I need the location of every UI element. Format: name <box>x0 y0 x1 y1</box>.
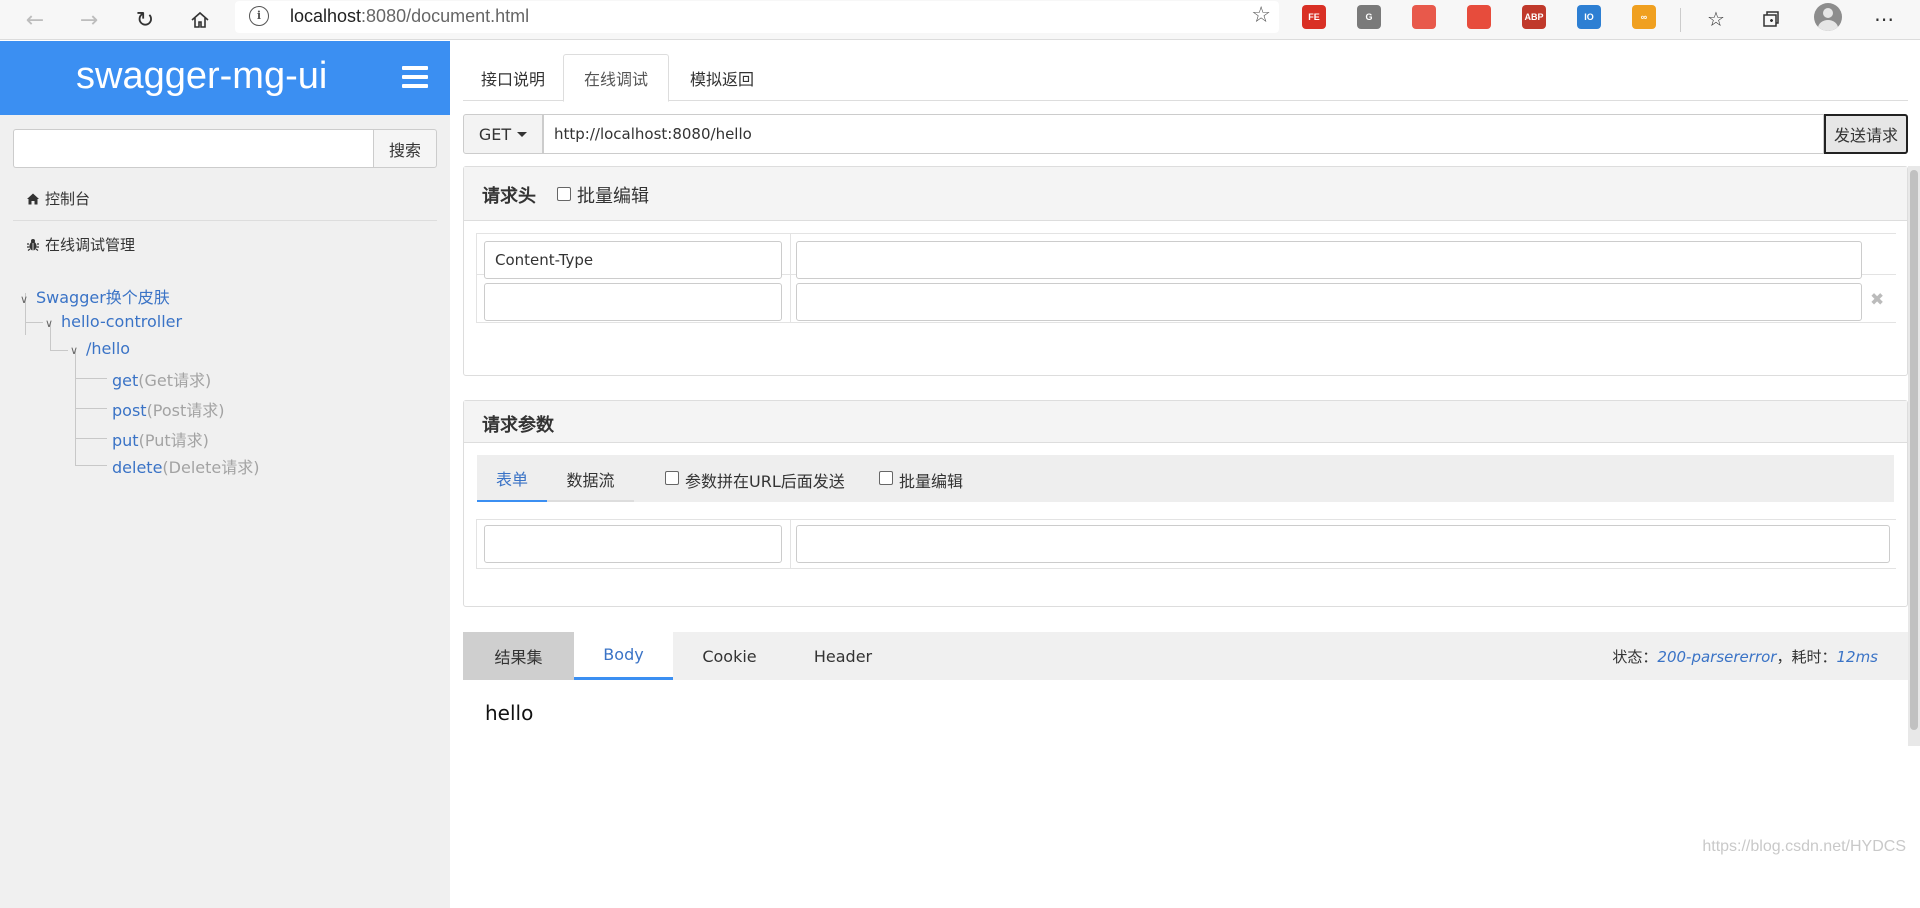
send-request-button[interactable]: 发送请求 <box>1824 114 1908 154</box>
address-bar[interactable]: i localhost:8080/document.html ☆ <box>235 1 1279 33</box>
params-batch-edit-checkbox[interactable] <box>879 471 893 485</box>
brand-header: swagger-mg-ui <box>0 41 450 115</box>
favorite-star-icon[interactable]: ☆ <box>1251 3 1271 28</box>
tree-node-delete[interactable]: delete(Delete请求) <box>112 454 259 478</box>
header-key-input[interactable] <box>484 283 782 321</box>
extension-icon[interactable]: IO <box>1577 5 1601 29</box>
caret-down-icon <box>517 131 528 137</box>
back-icon[interactable]: ← <box>18 3 52 37</box>
address-url: localhost:8080/document.html <box>290 6 530 26</box>
tab-online-debug[interactable]: 在线调试 <box>563 54 669 102</box>
chevron-down-icon: ∨ <box>20 293 29 306</box>
scrollbar[interactable] <box>1908 166 1920 746</box>
bug-icon <box>25 237 41 253</box>
menu-toggle-icon[interactable] <box>402 66 428 88</box>
method-dropdown[interactable]: GET <box>463 114 543 154</box>
param-key-input[interactable] <box>484 525 782 563</box>
brand-title: swagger-mg-ui <box>76 55 328 97</box>
tree-node-post[interactable]: post(Post请求) <box>112 397 225 421</box>
chevron-down-icon: ∨ <box>70 344 79 357</box>
tab-header[interactable]: Header <box>786 632 900 680</box>
tree-node-root[interactable]: ∨ Swagger换个皮肤 <box>20 284 170 308</box>
append-url-checkbox[interactable] <box>665 471 679 485</box>
browser-toolbar: ← → ↻ i localhost:8080/document.html ☆ F… <box>0 0 1920 40</box>
extension-icon[interactable] <box>1412 5 1436 29</box>
tab-api-doc[interactable]: 接口说明 <box>463 54 563 102</box>
menu-item-debug-manage[interactable]: 在线调试管理 <box>25 234 135 255</box>
tree-node-controller[interactable]: ∨ hello-controller <box>45 312 182 331</box>
params-subtabs: 表单 数据流 参数拼在URL后面发送 批量编辑 <box>477 455 1894 502</box>
tree-node-get[interactable]: get(Get请求) <box>112 367 211 391</box>
param-value-input[interactable] <box>796 525 1890 563</box>
header-value-input[interactable] <box>796 241 1862 279</box>
extension-icon[interactable]: ∞ <box>1632 5 1656 29</box>
request-bar: GET http://localhost:8080/hello 发送请求 <box>463 114 1908 154</box>
header-value-input[interactable] <box>796 283 1862 321</box>
params-title: 请求参数 <box>482 415 554 436</box>
headers-title: 请求头 <box>482 186 536 207</box>
search-input[interactable] <box>13 129 373 168</box>
favorites-list-icon[interactable]: ☆ <box>1700 3 1732 35</box>
response-body: hello <box>485 701 534 725</box>
subtab-stream[interactable]: 数据流 <box>547 455 634 502</box>
home-icon[interactable] <box>183 3 217 37</box>
params-panel: 请求参数 表单 数据流 参数拼在URL后面发送 批量编辑 <box>463 400 1908 607</box>
remove-row-icon[interactable]: ✖ <box>1870 290 1884 310</box>
response-status: 状态：200-parsererror，耗时：12ms <box>1612 648 1878 666</box>
main-content: 接口说明 在线调试 模拟返回 GET http://localhost:8080… <box>450 41 1920 908</box>
headers-batch-edit-checkbox[interactable] <box>557 187 571 201</box>
tab-result-set[interactable]: 结果集 <box>463 632 574 680</box>
result-tabs: 结果集 Body Cookie Header 状态：200-parsererro… <box>463 632 1908 680</box>
menu-item-console-label: 控制台 <box>45 190 91 208</box>
menu-item-console[interactable]: 控制台 <box>25 188 90 209</box>
more-menu-icon[interactable]: ⋯ <box>1868 3 1900 35</box>
site-info-icon[interactable]: i <box>249 6 269 26</box>
collections-icon[interactable] <box>1755 3 1787 35</box>
header-key-input[interactable]: Content-Type <box>484 241 782 279</box>
headers-panel: 请求头 批量编辑 Content-Type ✖ <box>463 166 1908 376</box>
doc-tabs: 接口说明 在线调试 模拟返回 <box>463 54 1908 102</box>
tab-body[interactable]: Body <box>574 632 673 680</box>
profile-avatar[interactable] <box>1814 3 1842 31</box>
reload-icon[interactable]: ↻ <box>128 3 162 37</box>
extension-icon[interactable] <box>1467 5 1491 29</box>
search-button[interactable]: 搜索 <box>373 129 437 168</box>
params-batch-edit-label: 批量编辑 <box>899 472 964 491</box>
extension-icon[interactable]: ABP <box>1522 5 1546 29</box>
forward-icon[interactable]: → <box>72 3 106 37</box>
menu-item-debug-label: 在线调试管理 <box>45 236 136 254</box>
tab-cookie[interactable]: Cookie <box>673 632 786 680</box>
sidebar: swagger-mg-ui 搜索 控制台 在线调试管理 ∨ Swagger换个皮… <box>0 41 450 908</box>
tree-node-path[interactable]: ∨/hello <box>70 339 130 358</box>
subtab-form[interactable]: 表单 <box>477 455 547 502</box>
tree-node-put[interactable]: put(Put请求) <box>112 427 209 451</box>
extension-icon[interactable]: G <box>1357 5 1381 29</box>
extension-icon[interactable]: FE <box>1302 5 1326 29</box>
chevron-down-icon: ∨ <box>45 317 54 330</box>
tab-mock-return[interactable]: 模拟返回 <box>669 54 775 102</box>
url-input[interactable]: http://localhost:8080/hello <box>543 114 1824 154</box>
watermark: https://blog.csdn.net/HYDCS <box>1702 838 1906 855</box>
home-icon <box>25 191 41 207</box>
append-url-label: 参数拼在URL后面发送 <box>685 472 845 491</box>
headers-batch-edit-label: 批量编辑 <box>577 186 649 207</box>
